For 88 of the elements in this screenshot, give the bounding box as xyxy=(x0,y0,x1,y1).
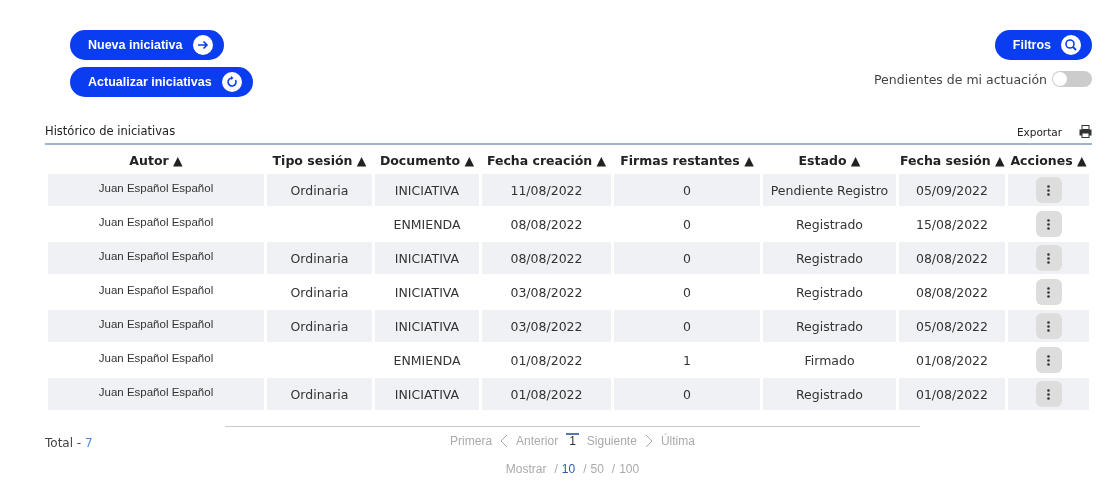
table-cell: Juan Español Español xyxy=(48,242,264,274)
table-cell: 08/08/2022 xyxy=(482,242,611,274)
table-cell: 08/08/2022 xyxy=(899,242,1005,274)
table-cell-text: 08/08/2022 xyxy=(914,283,989,302)
table-cell-text: 1 xyxy=(682,351,692,370)
table-cell: 03/08/2022 xyxy=(482,310,611,342)
filters-button[interactable]: Filtros xyxy=(994,30,1092,60)
table-cell: 0 xyxy=(614,310,760,342)
column-header[interactable]: Acciones ▲ xyxy=(1008,148,1089,172)
more-options-button[interactable] xyxy=(1035,245,1062,271)
kebab-icon xyxy=(1047,388,1050,400)
table-cell: Ordinaria xyxy=(267,310,372,342)
more-options-button[interactable] xyxy=(1035,211,1062,237)
table-cell: Juan Español Español xyxy=(48,310,264,342)
separator: / xyxy=(583,462,587,476)
page-number[interactable]: 1 xyxy=(566,433,579,448)
more-options-button[interactable] xyxy=(1035,347,1062,373)
table-cell: 01/08/2022 xyxy=(482,378,611,410)
pending-toggle[interactable] xyxy=(1052,71,1092,87)
table-cell: 0 xyxy=(614,242,760,274)
table-cell-text: Registrado xyxy=(795,283,864,302)
action-button[interactable]: Actualizar iniciativas xyxy=(70,67,253,97)
refresh-icon xyxy=(221,72,242,92)
table-cell: 0 xyxy=(614,174,760,206)
arrow-right-icon xyxy=(192,35,213,55)
search-icon xyxy=(1061,35,1081,55)
column-header[interactable]: Firmas restantes ▲ xyxy=(614,148,760,172)
kebab-icon xyxy=(1047,286,1050,298)
table-cell: Ordinaria xyxy=(267,174,372,206)
column-header[interactable]: Documento ▲ xyxy=(375,148,479,172)
separator: / xyxy=(611,462,616,476)
table-cell: Juan Español Español xyxy=(48,378,264,410)
column-header[interactable]: Estado ▲ xyxy=(763,148,896,172)
more-options-button[interactable] xyxy=(1035,279,1062,305)
action-button[interactable]: Nueva iniciativa xyxy=(70,30,224,60)
table-cell: Ordinaria xyxy=(267,378,372,410)
table-cell-text: Ordinaria xyxy=(289,283,350,302)
table-cell: 11/08/2022 xyxy=(482,174,611,206)
table-cell-text: 08/08/2022 xyxy=(509,215,584,234)
table-cell-text: Registrado xyxy=(795,215,864,234)
toggle-label: Pendientes de mi actuación xyxy=(874,71,1047,87)
table-cell: 01/08/2022 xyxy=(899,378,1005,410)
export-link[interactable]: Exportar xyxy=(1016,125,1062,138)
kebab-icon xyxy=(1047,184,1050,196)
column-header[interactable]: Tipo sesión ▲ xyxy=(267,148,372,172)
table-cell: Registrado xyxy=(763,310,896,342)
column-header[interactable]: Autor ▲ xyxy=(48,148,264,172)
table-cell: 05/09/2022 xyxy=(899,174,1005,206)
table-cell-text: 15/08/2022 xyxy=(914,215,989,234)
page-size-option[interactable]: 10 xyxy=(561,462,576,476)
table-cell-text: 01/08/2022 xyxy=(509,351,584,370)
total-label: Total - xyxy=(45,436,82,450)
kebab-icon xyxy=(1047,320,1050,332)
table-cell: Juan Español Español xyxy=(48,174,264,206)
table-cell: INICIATIVA xyxy=(375,174,479,206)
section-title: Histórico de iniciativas xyxy=(45,124,176,138)
table-cell: Registrado xyxy=(763,242,896,274)
table-cell: INICIATIVA xyxy=(375,242,479,274)
table-cell: Registrado xyxy=(763,378,896,410)
table-cell: Ordinaria xyxy=(267,242,372,274)
total-count: 7 xyxy=(85,436,93,450)
column-header[interactable]: Fecha creación ▲ xyxy=(482,148,611,172)
printer-icon[interactable] xyxy=(1079,125,1092,138)
table-cell: INICIATIVA xyxy=(375,378,479,410)
more-options-button[interactable] xyxy=(1035,177,1062,203)
table-cell-text: Juan Español Español xyxy=(97,351,215,366)
table-cell-text: Juan Español Español xyxy=(97,283,215,298)
column-header[interactable]: Fecha sesión ▲ xyxy=(899,148,1005,172)
kebab-icon xyxy=(1047,252,1050,264)
more-options-button[interactable] xyxy=(1035,381,1062,407)
table-cell-text: 0 xyxy=(682,215,692,234)
kebab-icon xyxy=(1047,354,1050,366)
table-cell-text: 0 xyxy=(682,283,692,302)
table-cell: Pendiente Registro xyxy=(763,174,896,206)
kebab-icon xyxy=(1047,218,1050,230)
table-cell-text: ENMIENDA xyxy=(392,351,462,370)
table-cell-text: 01/08/2022 xyxy=(914,351,989,370)
separator: / xyxy=(554,462,558,476)
more-options-button[interactable] xyxy=(1035,313,1062,339)
table-cell-text: 03/08/2022 xyxy=(509,283,584,302)
table-cell-text: Firmado xyxy=(803,351,856,370)
table-cell: INICIATIVA xyxy=(375,310,479,342)
table-cell-text: ENMIENDA xyxy=(392,215,462,234)
table-cell-text: INICIATIVA xyxy=(393,283,461,302)
table-cell: 0 xyxy=(614,378,760,410)
page-size-label: Mostrar xyxy=(505,462,547,476)
table-cell: 05/08/2022 xyxy=(899,310,1005,342)
table-cell-text: Juan Español Español xyxy=(97,215,215,230)
